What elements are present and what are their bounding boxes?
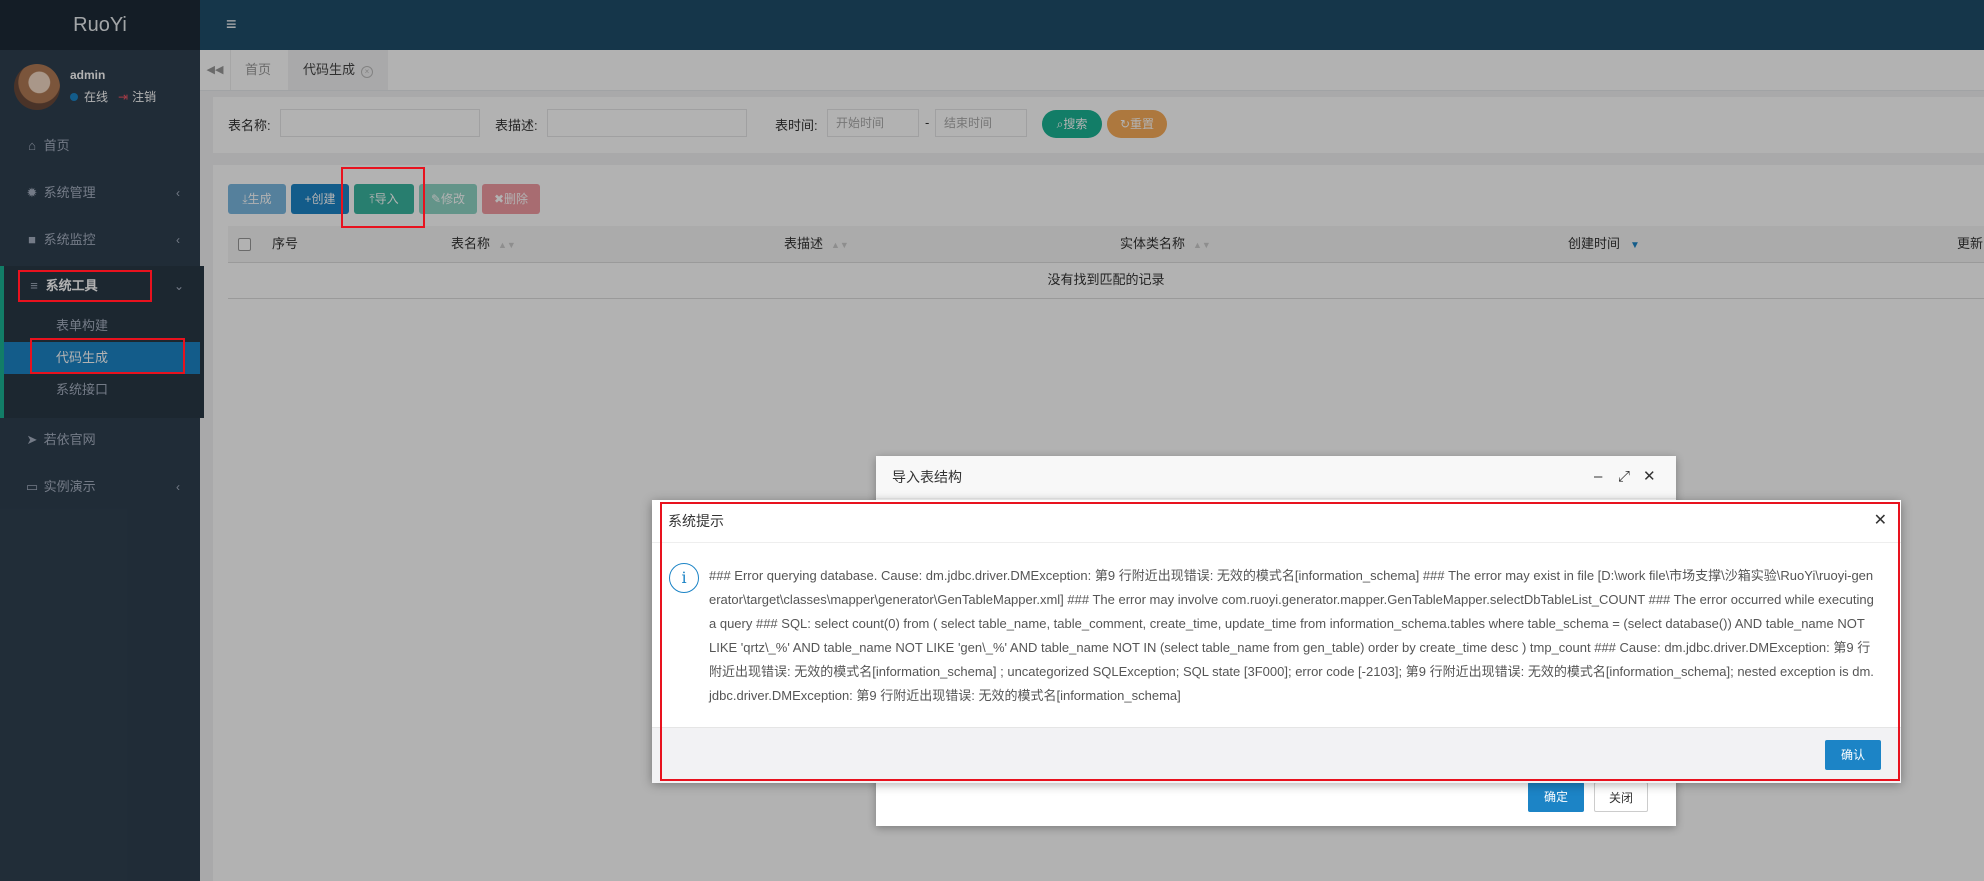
annotation-box-system-tools — [18, 270, 152, 302]
annotation-box-code-generation — [30, 338, 185, 374]
minimize-icon[interactable]: – — [1594, 456, 1602, 498]
import-dialog-title: 导入表结构 — [876, 456, 1676, 499]
close-icon[interactable]: ✕ — [1643, 456, 1656, 498]
close-button[interactable]: 关闭 — [1594, 782, 1648, 812]
annotation-box-error-dialog — [660, 502, 1900, 781]
confirm-button[interactable]: 确定 — [1528, 782, 1584, 812]
maximize-icon[interactable]: ⤢ — [1618, 456, 1630, 498]
annotation-box-import — [341, 167, 425, 228]
